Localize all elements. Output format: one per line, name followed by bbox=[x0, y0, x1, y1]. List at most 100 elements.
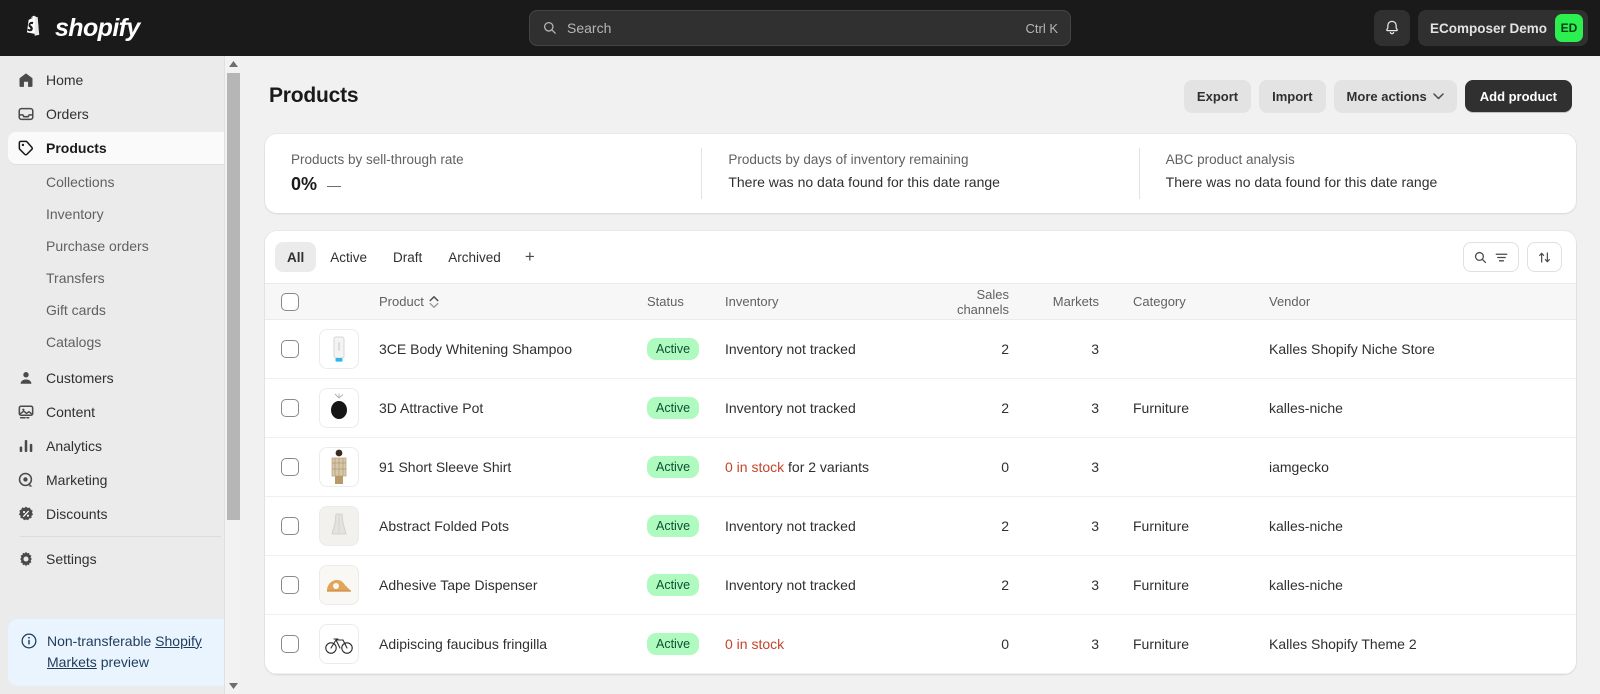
sidebar-item-catalogs[interactable]: Catalogs bbox=[8, 326, 233, 358]
notifications-button[interactable] bbox=[1373, 10, 1410, 46]
stat-label: Products by days of inventory remaining bbox=[728, 152, 969, 167]
product-sort-control[interactable]: Product bbox=[379, 294, 439, 309]
row-product-cell[interactable]: 91 Short Sleeve Shirt bbox=[371, 438, 639, 497]
product-name: 91 Short Sleeve Shirt bbox=[379, 458, 512, 475]
row-sales-channels-cell: 0 bbox=[1001, 459, 1009, 475]
sidebar-item-inventory[interactable]: Inventory bbox=[8, 198, 233, 230]
export-button[interactable]: Export bbox=[1183, 80, 1252, 112]
row-sales-channels-cell: 0 bbox=[1001, 636, 1009, 652]
row-thumbnail-cell bbox=[311, 497, 371, 556]
top-bar-right: EComposer Demo ED bbox=[1373, 10, 1588, 46]
table-row[interactable]: Adhesive Tape Dispenser Active Inventory… bbox=[265, 556, 1576, 615]
row-sales-channels-cell: 2 bbox=[1001, 577, 1009, 593]
sidebar-item-settings[interactable]: Settings bbox=[8, 543, 233, 575]
row-thumbnail-cell bbox=[311, 438, 371, 497]
sidebar-item-analytics[interactable]: Analytics bbox=[8, 430, 233, 462]
row-status-cell: Active bbox=[639, 556, 717, 615]
table-row[interactable]: 3CE Body Whitening Shampoo Active Invent… bbox=[265, 320, 1576, 379]
row-checkbox[interactable] bbox=[281, 635, 299, 653]
sidebar-item-customers[interactable]: Customers bbox=[8, 362, 233, 394]
row-product-cell[interactable]: 3CE Body Whitening Shampoo bbox=[371, 320, 639, 379]
status-badge: Active bbox=[647, 397, 700, 419]
sidebar-scrollbar[interactable] bbox=[224, 56, 241, 694]
sort-button[interactable] bbox=[1527, 242, 1562, 272]
select-all-checkbox[interactable] bbox=[281, 292, 299, 311]
sidebar-item-home[interactable]: Home bbox=[8, 64, 233, 96]
row-thumbnail-cell bbox=[311, 556, 371, 615]
row-checkbox[interactable] bbox=[281, 576, 299, 594]
sidebar-item-purchase-orders[interactable]: Purchase orders bbox=[8, 230, 233, 262]
add-product-button[interactable]: Add product bbox=[1464, 80, 1572, 112]
inventory-column-header: Inventory bbox=[717, 283, 917, 320]
row-select-cell bbox=[265, 556, 311, 615]
row-checkbox[interactable] bbox=[281, 458, 299, 476]
tab-active[interactable]: Active bbox=[318, 242, 379, 272]
more-actions-button[interactable]: More actions bbox=[1333, 80, 1457, 112]
row-status-cell: Active bbox=[639, 615, 717, 674]
stat-days-inventory-remaining[interactable]: Products by days of inventory remaining … bbox=[701, 148, 1138, 199]
scrollbar-track[interactable] bbox=[225, 73, 241, 677]
markets-preview-banner[interactable]: Non-transferable Shopify Markets preview bbox=[8, 618, 233, 686]
global-search[interactable]: Search Ctrl K bbox=[529, 10, 1071, 46]
sidebar: Home Orders Products Collections Invento… bbox=[0, 56, 241, 694]
markets-column-header: Markets bbox=[1035, 283, 1125, 320]
stat-abc-product-analysis[interactable]: ABC product analysis There was no data f… bbox=[1138, 148, 1576, 199]
inventory-alert-text: 0 in stock bbox=[725, 636, 785, 652]
sidebar-item-transfers[interactable]: Transfers bbox=[8, 262, 233, 294]
import-button[interactable]: Import bbox=[1259, 80, 1326, 112]
tab-all[interactable]: All bbox=[275, 242, 317, 272]
sidebar-item-collections[interactable]: Collections bbox=[8, 166, 233, 198]
row-select-cell bbox=[265, 320, 311, 379]
row-category-cell: Furniture bbox=[1133, 400, 1190, 416]
product-column-header[interactable]: Product bbox=[371, 283, 639, 320]
row-checkbox[interactable] bbox=[281, 517, 299, 535]
sidebar-item-marketing[interactable]: Marketing bbox=[8, 464, 233, 496]
table-row[interactable]: 3D Attractive Pot Active Inventory not t… bbox=[265, 379, 1576, 438]
scrollbar-thumb[interactable] bbox=[227, 73, 240, 520]
stat-empty-message: There was no data found for this date ra… bbox=[728, 174, 1000, 190]
stat-sell-through-rate[interactable]: Products by sell-through rate 0% — bbox=[265, 148, 701, 199]
table-row[interactable]: Adipiscing faucibus fringilla Active 0 i… bbox=[265, 615, 1576, 674]
row-inventory-cell: 0 in stock for 2 variants bbox=[717, 438, 917, 497]
table-row[interactable]: 91 Short Sleeve Shirt Active 0 in stock … bbox=[265, 438, 1576, 497]
row-checkbox[interactable] bbox=[281, 340, 299, 358]
table-row[interactable]: Abstract Folded Pots Active Inventory no… bbox=[265, 497, 1576, 556]
store-account-button[interactable]: EComposer Demo ED bbox=[1417, 10, 1588, 46]
row-markets-cell: 3 bbox=[1091, 459, 1099, 475]
sidebar-subitem-label: Gift cards bbox=[46, 302, 106, 318]
row-markets-cell: 3 bbox=[1091, 518, 1099, 534]
product-name: Abstract Folded Pots bbox=[379, 517, 509, 534]
add-view-button[interactable]: + bbox=[515, 242, 545, 272]
table-head: Product Status Inventory Sales channels bbox=[265, 283, 1576, 320]
row-vendor-cell: iamgecko bbox=[1269, 459, 1329, 475]
row-product-cell[interactable]: Adipiscing faucibus fringilla bbox=[371, 615, 639, 674]
avatar: ED bbox=[1555, 14, 1583, 42]
sidebar-item-discounts[interactable]: Discounts bbox=[8, 498, 233, 530]
inventory-rest-text: Inventory not tracked bbox=[725, 400, 856, 416]
status-badge: Active bbox=[647, 515, 700, 537]
row-markets-cell: 3 bbox=[1091, 400, 1099, 416]
scroll-down-arrow-icon[interactable] bbox=[225, 677, 241, 694]
row-product-cell[interactable]: Adhesive Tape Dispenser bbox=[371, 556, 639, 615]
search-input[interactable]: Search Ctrl K bbox=[529, 10, 1071, 46]
sidebar-subitem-label: Inventory bbox=[46, 206, 104, 222]
row-product-cell[interactable]: 3D Attractive Pot bbox=[371, 379, 639, 438]
tab-archived[interactable]: Archived bbox=[436, 242, 513, 272]
row-status-cell: Active bbox=[639, 379, 717, 438]
inventory-rest-text: for 2 variants bbox=[784, 459, 869, 475]
tab-draft[interactable]: Draft bbox=[381, 242, 434, 272]
sidebar-item-orders[interactable]: Orders bbox=[8, 98, 233, 130]
plaid-shirt-thumb bbox=[319, 447, 359, 487]
product-name: Adhesive Tape Dispenser bbox=[379, 576, 538, 593]
row-product-cell[interactable]: Abstract Folded Pots bbox=[371, 497, 639, 556]
row-checkbox[interactable] bbox=[281, 399, 299, 417]
sidebar-item-label: Home bbox=[46, 72, 84, 88]
shopify-logo[interactable]: shopify bbox=[12, 14, 140, 43]
search-and-filter-button[interactable] bbox=[1463, 242, 1519, 272]
sidebar-item-products[interactable]: Products bbox=[8, 132, 233, 164]
sidebar-item-content[interactable]: Content bbox=[8, 396, 233, 428]
sidebar-item-gift-cards[interactable]: Gift cards bbox=[8, 294, 233, 326]
gear-icon bbox=[16, 549, 36, 569]
shopify-bag-icon bbox=[27, 15, 40, 36]
scroll-up-arrow-icon[interactable] bbox=[225, 56, 241, 73]
